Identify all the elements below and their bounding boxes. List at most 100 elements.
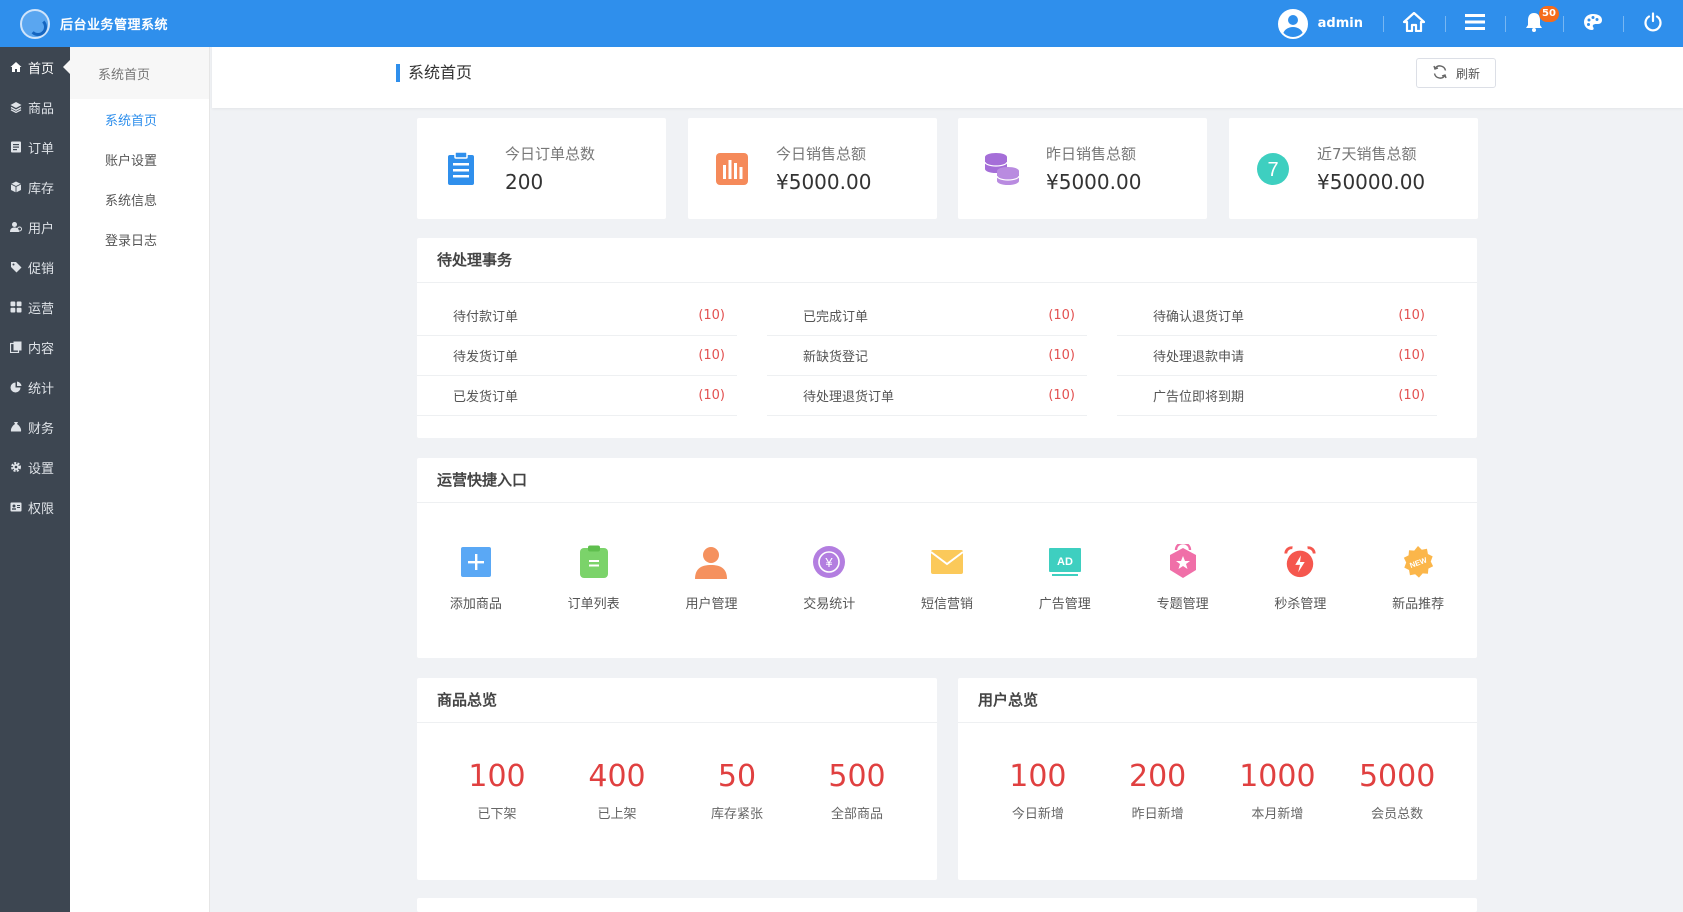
quick-label: 秒杀管理 — [1274, 597, 1327, 612]
todo-count: (10) — [1398, 308, 1425, 323]
page-header: 系统首页 刷新 — [212, 47, 1683, 108]
refresh-icon — [1432, 64, 1448, 83]
quick-sms-marketing[interactable]: 短信营销 — [888, 503, 1006, 653]
quick-new-products[interactable]: NEW 新品推荐 — [1359, 503, 1477, 653]
sidebar-item-products[interactable]: 商品 — [0, 87, 70, 127]
logout-button[interactable] — [1623, 0, 1683, 47]
sidebar: 首页 商品 订单 库存 用户 促销 运营 内容 统计 财务 设置 权限 — [0, 47, 70, 912]
todo-item[interactable]: 待发货订单 (10) — [417, 336, 737, 376]
todo-count: (10) — [1048, 308, 1075, 323]
overview-value: 100 — [468, 759, 526, 794]
todo-count: (10) — [698, 308, 725, 323]
todo-item[interactable]: 广告位即将到期 (10) — [1117, 376, 1437, 416]
todo-label: 待发货订单 — [453, 350, 519, 365]
quick-label: 交易统计 — [803, 597, 856, 612]
overview-value: 200 — [1128, 759, 1187, 794]
menu-toggle-button[interactable] — [1445, 0, 1505, 47]
top-bar-actions: admin 50 — [1258, 0, 1683, 47]
sidebar-item-label: 运营 — [28, 301, 55, 317]
overview-item[interactable]: 100 已下架 — [437, 723, 557, 822]
quick-add-product[interactable]: 添加商品 — [417, 503, 535, 653]
overview-label: 库存紧张 — [710, 807, 763, 822]
box-icon — [10, 181, 22, 193]
submenu-item-account-settings[interactable]: 账户设置 — [70, 139, 209, 179]
home-icon — [10, 61, 22, 73]
overview-item[interactable]: 100 今日新增 — [978, 723, 1098, 822]
tag-icon — [10, 261, 22, 273]
stat-label: 今日订单总数 — [505, 145, 596, 163]
envelope-icon — [930, 545, 964, 579]
stat-card-7day-sales: 7 近7天销售总额 ¥50000.00 — [1229, 118, 1478, 219]
quick-ad-management[interactable]: AD 广告管理 — [1006, 503, 1124, 653]
submenu-item-system-home[interactable]: 系统首页 — [70, 99, 209, 139]
sidebar-item-label: 设置 — [28, 461, 55, 477]
quick-label: 新品推荐 — [1392, 597, 1445, 612]
sidebar-item-home[interactable]: 首页 — [0, 47, 70, 87]
quick-topic-management[interactable]: 专题管理 — [1124, 503, 1242, 653]
overview-item[interactable]: 1000 本月新增 — [1218, 723, 1338, 822]
overview-item[interactable]: 400 已上架 — [557, 723, 677, 822]
sidebar-item-content[interactable]: 内容 — [0, 327, 70, 367]
refresh-button[interactable]: 刷新 — [1416, 58, 1496, 88]
sidebar-item-settings[interactable]: 设置 — [0, 447, 70, 487]
theme-button[interactable] — [1563, 0, 1623, 47]
todo-item[interactable]: 待处理退货订单 (10) — [767, 376, 1087, 416]
overview-item[interactable]: 5000 会员总数 — [1337, 723, 1457, 822]
sidebar-item-statistics[interactable]: 统计 — [0, 367, 70, 407]
product-overview-panel: 商品总览 100 已下架 400 已上架 50 库存紧张 500 全部商品 — [417, 678, 937, 880]
sidebar-item-label: 统计 — [28, 381, 55, 397]
todo-item[interactable]: 新缺货登记 (10) — [767, 336, 1087, 376]
svg-text:¥: ¥ — [825, 555, 834, 570]
ad-icon: AD — [1048, 545, 1082, 579]
todo-item[interactable]: 待付款订单 (10) — [417, 296, 737, 336]
notifications-button[interactable]: 50 — [1505, 0, 1563, 47]
username: admin — [1317, 16, 1363, 31]
todo-item[interactable]: 已完成订单 (10) — [767, 296, 1087, 336]
todo-item[interactable]: 待确认退货订单 (10) — [1117, 296, 1437, 336]
submenu-header: 系统首页 — [70, 47, 209, 99]
stat-value: ¥5000.00 — [776, 170, 872, 194]
quick-flash-sale[interactable]: 秒杀管理 — [1241, 503, 1359, 653]
todo-column: 待付款订单 (10) 待发货订单 (10) 已发货订单 (10) — [417, 296, 737, 416]
sidebar-item-label: 商品 — [28, 101, 55, 117]
sidebar-item-users[interactable]: 用户 — [0, 207, 70, 247]
todo-item[interactable]: 已发货订单 (10) — [417, 376, 737, 416]
product-overview-grid: 100 已下架 400 已上架 50 库存紧张 500 全部商品 — [417, 723, 937, 822]
quick-entry-panel: 运营快捷入口 添加商品 订单列表 用户管理 ¥ 交易统计 短信营销 AD 广告管… — [417, 458, 1477, 658]
todo-count: (10) — [1398, 388, 1425, 403]
next-panel — [417, 898, 1477, 912]
todo-label: 待确认退货订单 — [1153, 310, 1245, 325]
sidebar-item-promotions[interactable]: 促销 — [0, 247, 70, 287]
add-icon — [459, 545, 493, 579]
quick-user-management[interactable]: 用户管理 — [653, 503, 771, 653]
logo-icon — [20, 8, 50, 39]
stat-card-today-orders: 今日订单总数 200 — [417, 118, 666, 219]
sidebar-item-finance[interactable]: 财务 — [0, 407, 70, 447]
todo-panel: 待处理事务 待付款订单 (10) 待发货订单 (10) 已发货订单 (10) 已完成订… — [417, 238, 1477, 438]
sidebar-item-inventory[interactable]: 库存 — [0, 167, 70, 207]
todo-column: 已完成订单 (10) 新缺货登记 (10) 待处理退货订单 (10) — [767, 296, 1087, 416]
stat-value: ¥5000.00 — [1046, 170, 1142, 194]
sidebar-item-orders[interactable]: 订单 — [0, 127, 70, 167]
overview-item[interactable]: 50 库存紧张 — [677, 723, 797, 822]
quick-label: 专题管理 — [1156, 597, 1209, 612]
todo-item[interactable]: 待处理退款申请 (10) — [1117, 336, 1437, 376]
quick-order-list[interactable]: 订单列表 — [535, 503, 653, 653]
quick-label: 添加商品 — [449, 597, 502, 612]
page-title: 系统首页 — [396, 64, 472, 82]
user-menu[interactable]: admin — [1258, 0, 1383, 47]
overview-label: 昨日新增 — [1131, 807, 1184, 822]
gear-icon — [10, 461, 22, 473]
submenu-item-login-log[interactable]: 登录日志 — [70, 219, 209, 259]
submenu: 系统首页 系统首页 账户设置 系统信息 登录日志 — [70, 47, 210, 912]
submenu-item-system-info[interactable]: 系统信息 — [70, 179, 209, 219]
brand[interactable]: 后台业务管理系统 — [0, 0, 168, 47]
overview-item[interactable]: 200 昨日新增 — [1098, 723, 1218, 822]
sidebar-item-operations[interactable]: 运营 — [0, 287, 70, 327]
quick-transaction-stats[interactable]: ¥ 交易统计 — [770, 503, 888, 653]
refresh-label: 刷新 — [1455, 66, 1480, 81]
overview-item[interactable]: 500 全部商品 — [797, 723, 917, 822]
svg-text:7: 7 — [1267, 159, 1278, 181]
home-button[interactable] — [1383, 0, 1445, 47]
sidebar-item-permissions[interactable]: 权限 — [0, 487, 70, 527]
